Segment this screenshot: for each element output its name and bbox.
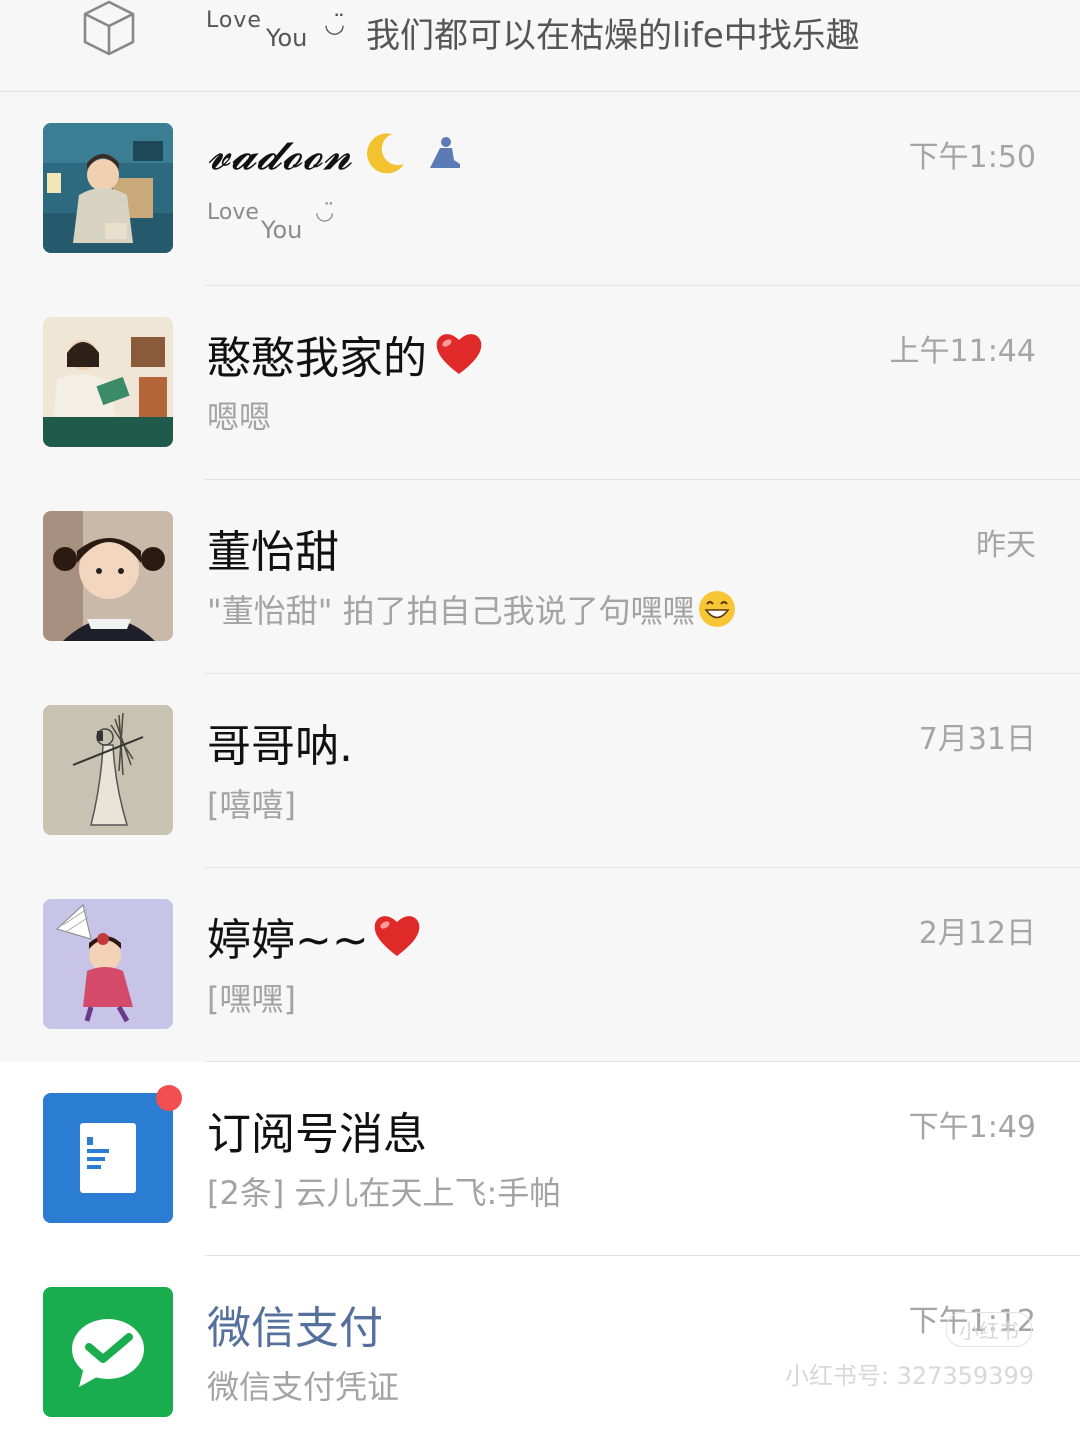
avatar [43, 899, 173, 1029]
chat-name: 𝓿𝓪𝓭𝓸𝓸𝓷 [207, 128, 464, 180]
person-kneeling-icon [424, 134, 464, 174]
chat-row-tingting[interactable]: 婷婷~~ [嘿嘿] 2月12日 [0, 868, 1080, 1062]
cube-icon[interactable] [80, 0, 138, 58]
chat-time: 下午1:50 [908, 140, 1036, 175]
chat-row-dongyitian[interactable]: 董怡甜 "董怡甜" 拍了拍自己我说了句嘿嘿 昨天 [0, 480, 1080, 674]
status-text: 我们都可以在枯燥的life中找乐趣 [366, 16, 860, 56]
chat-row-vadoon[interactable]: 𝓿𝓪𝓭𝓸𝓸𝓷 Love You ◡̈ 下午1:50 [0, 92, 1080, 286]
chat-name-text: 订阅号消息 [207, 1109, 427, 1160]
chat-row-subscriptions[interactable]: 订阅号消息 [2条] 云儿在天上飞:手帕 下午1:49 [0, 1062, 1080, 1256]
chat-name: 憨憨我家的 [207, 322, 485, 386]
chat-time: 7月31日 [918, 722, 1036, 757]
wechat-pay-avatar [43, 1287, 173, 1417]
chat-name-text: 董怡甜 [207, 527, 339, 578]
chat-name: 订阅号消息 [207, 1098, 427, 1162]
chat-name-text: 𝓿𝓪𝓭𝓸𝓸𝓷 [207, 128, 352, 180]
chat-row-wechat-pay[interactable]: 微信支付 微信支付凭证 下午1:12 小红书 小红书号: 327359399 [0, 1256, 1080, 1450]
chat-preview: "董怡甜" 拍了拍自己我说了句嘿嘿 [207, 586, 737, 632]
smile-glyph: ◡̈ [324, 10, 345, 38]
avatar [43, 511, 173, 641]
chat-preview: 嗯嗯 [207, 398, 272, 436]
you-text: You [266, 24, 308, 52]
chat-preview: [嘻嘻] [207, 786, 296, 824]
you-text: You [261, 216, 303, 244]
chat-list: 𝓿𝓪𝓭𝓸𝓸𝓷 Love You ◡̈ 下午1:50 憨憨我家的 嗯嗯 上午11:… [0, 92, 1080, 1450]
chat-name-text: 微信支付 [207, 1303, 383, 1354]
grinning-face-icon [698, 591, 735, 627]
watermark-badge: 小红书 [946, 1312, 1032, 1347]
chat-name-text: 哥哥呐. [207, 721, 353, 772]
avatar [43, 123, 173, 253]
crescent-moon-icon [358, 128, 410, 180]
chat-time: 上午11:44 [889, 334, 1036, 369]
chat-name: 董怡甜 [207, 516, 339, 580]
red-heart-icon [371, 910, 423, 962]
chat-name: 婷婷~~ [207, 904, 423, 968]
avatar [43, 705, 173, 835]
chat-preview: 微信支付凭证 [207, 1368, 400, 1406]
avatar [43, 317, 173, 447]
love-text: Love [207, 200, 259, 225]
chat-row-hanhan[interactable]: 憨憨我家的 嗯嗯 上午11:44 [0, 286, 1080, 480]
wechat-pay-icon [43, 1287, 173, 1417]
chat-name-text: 婷婷~~ [207, 915, 369, 966]
watermark-text: 小红书号: 327359399 [784, 1362, 1034, 1390]
smile-glyph: ◡̈ [315, 200, 335, 225]
chat-time: 2月12日 [918, 916, 1036, 951]
love-text: Love [206, 8, 262, 33]
chat-name-text: 憨憨我家的 [207, 333, 427, 384]
chat-name: 哥哥呐. [207, 710, 353, 774]
chat-time: 昨天 [976, 528, 1036, 563]
red-heart-icon [433, 328, 485, 380]
chat-preview: [2条] 云儿在天上飞:手帕 [207, 1174, 562, 1212]
love-you-signature: Love You ◡̈ [206, 6, 356, 56]
document-icon [43, 1093, 173, 1223]
chat-preview: Love You ◡̈ [207, 200, 347, 244]
top-status-bar: Love You ◡̈ 我们都可以在枯燥的life中找乐趣 [0, 0, 1080, 92]
unread-dot [156, 1085, 182, 1111]
chat-row-gege[interactable]: 哥哥呐. [嘻嘻] 7月31日 [0, 674, 1080, 868]
chat-preview-text: "董怡甜" 拍了拍自己我说了句嘿嘿 [207, 592, 695, 630]
chat-name: 微信支付 [207, 1292, 383, 1356]
subscription-avatar [43, 1093, 173, 1223]
chat-time: 下午1:49 [908, 1110, 1036, 1145]
chat-preview: [嘿嘿] [207, 980, 296, 1018]
